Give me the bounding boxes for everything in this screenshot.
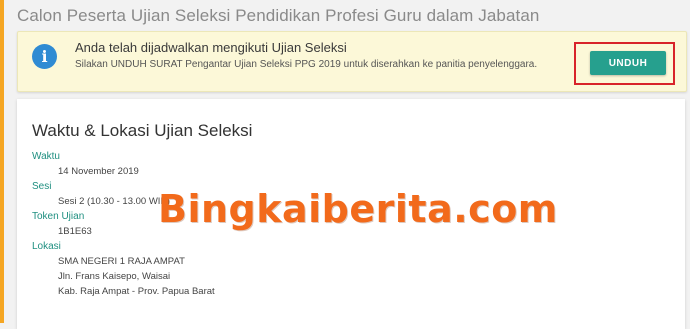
lokasi-label: Lokasi [32,241,61,252]
lokasi-line2: Jln. Frans Kaisepo, Waisai [58,271,171,282]
waktu-label: Waktu [32,151,60,162]
left-accent-stripe [0,0,4,323]
page-title: Calon Peserta Ujian Seleksi Pendidikan P… [17,6,540,25]
watermark: Bingkaiberita.com [158,187,558,231]
lokasi-line1: SMA NEGERI 1 RAJA AMPAT [58,256,185,267]
unduh-button[interactable]: UNDUH [590,51,666,75]
alert-message: Silakan UNDUH SURAT Pengantar Ujian Sele… [75,59,538,70]
alert-title: Anda telah dijadwalkan mengikuti Ujian S… [75,40,347,55]
info-icon: i [32,44,57,69]
schedule-alert: i Anda telah dijadwalkan mengikuti Ujian… [17,31,687,92]
token-value: 1B1E63 [58,226,92,237]
sesi-label: Sesi [32,181,52,192]
sesi-value: Sesi 2 (10.30 - 13.00 WIB) [58,196,170,207]
lokasi-line3: Kab. Raja Ampat - Prov. Papua Barat [58,286,215,297]
waktu-value: 14 November 2019 [58,166,139,177]
card-title: Waktu & Lokasi Ujian Seleksi [32,121,253,140]
token-label: Token Ujian [32,211,85,222]
